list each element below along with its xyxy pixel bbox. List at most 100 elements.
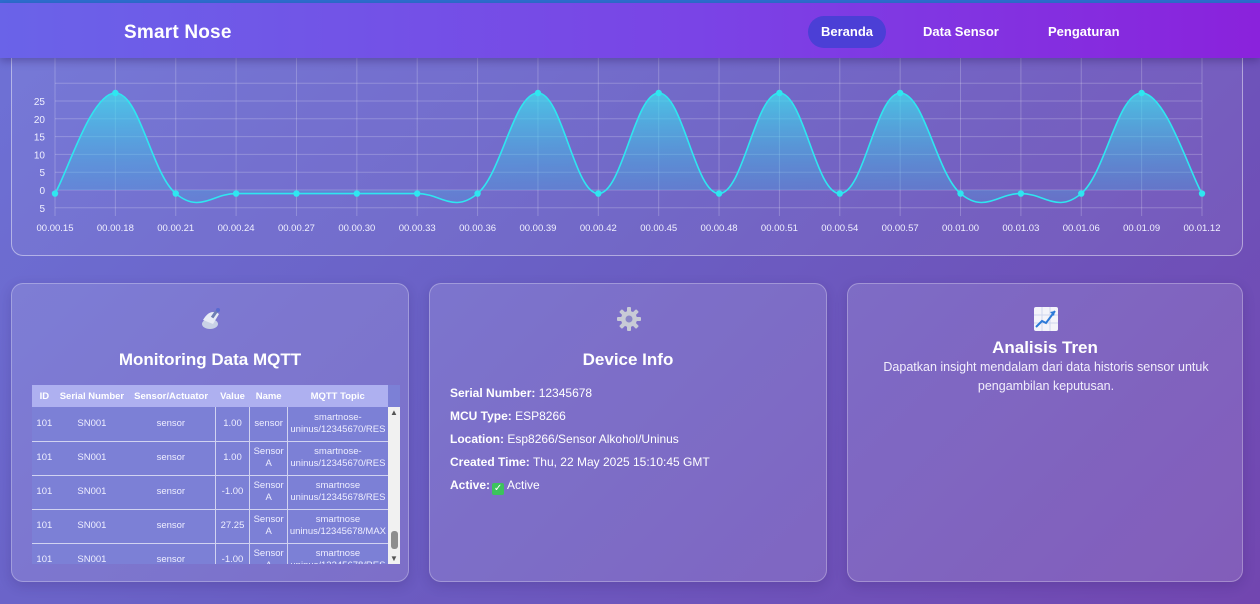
cell-serial-number: SN001 (56, 509, 128, 544)
created-time-value: Thu, 22 May 2025 15:10:45 GMT (532, 455, 710, 469)
cell-sensor-actuator: sensor (127, 475, 216, 510)
check-icon: ✓ (492, 483, 505, 495)
cell-id: 101 (32, 441, 57, 476)
y-tick-label: 5 (39, 204, 45, 215)
cell-serial-number: SN001 (56, 543, 128, 564)
col-id: ID (32, 385, 57, 407)
cell-mqtt-topic-line: uninus/12345678/MAX (289, 526, 386, 537)
x-tick-label: 00.00.18 (97, 223, 134, 234)
active-label: Active: (450, 478, 491, 492)
y-tick-label: 10 (34, 150, 46, 161)
cell-mqtt-topic-line: smartnose (315, 514, 361, 525)
cell-mqtt-topic-line: smartnose (315, 480, 361, 491)
cell-name-line: A (265, 458, 272, 469)
data-point (534, 89, 542, 97)
scroll-down-icon[interactable]: ▼ (389, 554, 399, 563)
cell-id: 101 (32, 509, 57, 544)
y-tick-label: 0 (39, 186, 45, 197)
y-tick-label: 20 (34, 115, 46, 126)
table-row: 101SN001sensor-1.00SensorAsmartnoseuninu… (32, 475, 388, 510)
serial-number-value: 12345678 (538, 386, 593, 400)
x-tick-label: 00.01.03 (1002, 223, 1039, 234)
cell-name: SensorA (249, 543, 288, 564)
x-tick-label: 00.01.09 (1123, 223, 1160, 234)
data-point (1078, 190, 1085, 197)
x-tick-label: 00.00.21 (157, 223, 194, 234)
gear-icon (614, 306, 644, 336)
data-point (1017, 190, 1025, 197)
cell-mqtt-topic-line: smartnose- (314, 446, 362, 457)
mqtt-card-title: Monitoring Data MQTT (118, 350, 302, 369)
sensor-chart-card: 25 20 15 10 5 0 5 00.00.15 00.00.18 00.00.21 00.00… (11, 40, 1243, 256)
cell-name-line: A (265, 526, 272, 537)
table-row: 101 SN001 sensor 1.00 Sensor Asmartnose-uninu… (32, 441, 388, 476)
x-tick-label: 00.00.36 (459, 223, 496, 234)
cell-mqtt-topic-line: smartnose- (314, 411, 362, 423)
scroll-thumb[interactable] (391, 531, 398, 549)
table-row: 101SN001sensor-1.00SensorAsmartnoseuninu… (32, 543, 388, 564)
cell-id: 101 (32, 543, 57, 564)
table-scrollbar[interactable]: ▲ ▼ (388, 407, 400, 564)
location-label: Location: (450, 432, 504, 446)
nav-pengaturan[interactable]: Pengaturan (1035, 16, 1133, 48)
cell-sensor-actuator: sensor (127, 543, 216, 564)
cell-sensor-actuator: sensor (127, 509, 216, 544)
x-tick-label: 00.01.12 (1184, 223, 1221, 234)
data-point (414, 190, 421, 197)
cell-serial-number: SN001 (56, 441, 128, 476)
y-tick-label: 15 (34, 133, 46, 144)
cell-mqtt-topic: smartnose-uninus/12345670/RES (286, 441, 388, 476)
data-point (776, 89, 783, 97)
nav-data-sensor[interactable]: Data Sensor (910, 16, 1012, 48)
cell-value: -1.00 (214, 543, 250, 564)
x-tick-label: 00.01.06 (1063, 223, 1100, 234)
mqtt-card: Monitoring Data MQTT ID Serial Number Se… (11, 283, 409, 582)
mcu-type-value: ESP8266 (515, 409, 566, 423)
cell-name-line: Sensor (253, 480, 284, 491)
cell-mqtt-topic: smartnoseuninus/12345678/RES (286, 475, 388, 510)
data-point (232, 190, 240, 197)
x-tick-label: 00.00.45 (640, 223, 677, 234)
series-area (55, 92, 1202, 203)
cell-mqtt-topic-line: uninus/12345678/RES (290, 492, 386, 503)
table-row: 101 SN001 sensor 27.25 Sensor Asmartnose uninu… (32, 509, 388, 544)
trend-card: Analisis Tren Dapatkan insight mendalam … (847, 283, 1243, 582)
mqtt-table-wrapper[interactable]: ID Serial Number Sensor/Actuator Value N… (32, 385, 400, 564)
data-point (1138, 89, 1145, 97)
cell-mqtt-topic: smartnoseuninus/12345678/RES (286, 543, 388, 564)
serial-number-label: Serial Number: (450, 386, 536, 400)
nav-beranda[interactable]: Beranda (808, 16, 887, 48)
brand-title[interactable]: Smart Nose (124, 22, 232, 44)
table-row: 101 SN001 sensor 1.00 sensor smartnose-uninus… (32, 407, 388, 442)
data-point (836, 190, 843, 197)
cell-name: sensor (249, 407, 288, 442)
cell-serial-number: SN001 (56, 407, 128, 442)
cell-name: SensorA (249, 509, 288, 544)
cell-name-line: Sensor (253, 514, 284, 525)
data-point (474, 190, 481, 197)
location-line: Location: Esp8266/Sensor Alkohol/Uninus (450, 432, 679, 446)
cell-id: 101 (32, 407, 57, 442)
data-point (112, 89, 119, 97)
sensor-line-chart: 25 20 15 10 5 0 5 00.00.15 00.00.18 00.00.21 00.00… (34, 41, 1221, 234)
data-point (957, 190, 964, 197)
x-tick-label: 00.00.51 (761, 223, 798, 234)
data-point (293, 190, 300, 197)
data-point (1198, 190, 1206, 197)
cell-mqtt-topic-line: smartnose (315, 548, 361, 559)
scroll-up-icon[interactable]: ▲ (389, 408, 399, 417)
created-time-line: Created Time: Thu, 22 May 2025 15:10:45 … (450, 455, 710, 469)
x-tick-label: 00.00.39 (519, 223, 556, 234)
x-tick-label: 00.00.42 (580, 223, 617, 234)
cell-sensor-actuator: sensor (127, 407, 216, 442)
data-point (353, 190, 361, 197)
trend-card-title: Analisis Tren (992, 338, 1098, 357)
x-tick-label: 00.00.33 (399, 223, 436, 234)
cell-value: 27.25 (214, 509, 250, 544)
data-point (655, 89, 662, 97)
active-value: Active (507, 478, 540, 492)
mcu-type-line: MCU Type: ESP8266 (450, 409, 566, 423)
data-point (896, 89, 904, 97)
cell-value: 1.00 (214, 441, 250, 476)
x-tick-label: 00.00.15 (37, 223, 74, 234)
